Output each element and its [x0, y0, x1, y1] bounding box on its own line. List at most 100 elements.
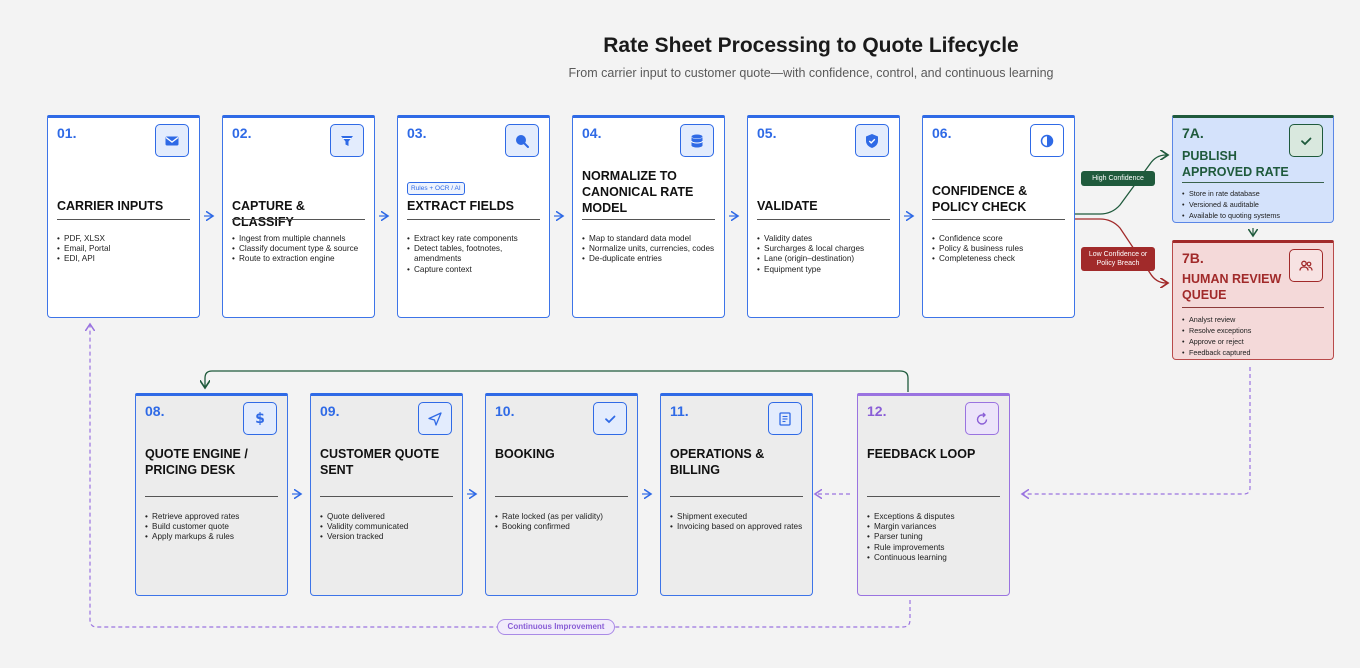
list-item: Invoicing based on approved rates — [670, 522, 806, 532]
list-item: Equipment type — [757, 265, 893, 275]
dollar-icon: $ — [243, 402, 277, 435]
list-item: Validity dates — [757, 234, 893, 244]
step-card-01[interactable]: 01. CARRIER INPUTS PDF, XLSX Email, Port… — [47, 115, 200, 318]
list-item: Classify document type & source — [232, 244, 368, 254]
step-title: QUOTE ENGINE / PRICING DESK — [145, 447, 248, 477]
step-card-11[interactable]: 11. OPERATIONS & BILLING Shipment execut… — [660, 393, 813, 596]
list-item: Booking confirmed — [495, 522, 631, 532]
step-bullets: Retrieve approved rates Build customer q… — [145, 512, 281, 543]
step-bullets: Confidence score Policy & business rules… — [932, 234, 1068, 265]
step-card-04[interactable]: 04. NORMALIZE TO CANONICAL RATE MODEL Ma… — [572, 115, 725, 318]
check-icon — [1289, 124, 1323, 157]
method-tag: Rules + OCR / AI — [407, 182, 465, 195]
step-card-7b[interactable]: 7B. HUMAN REVIEW QUEUE Analyst review Re… — [1172, 240, 1334, 360]
step-number: 04. — [582, 125, 602, 141]
list-item: PDF, XLSX — [57, 234, 193, 244]
step-card-09[interactable]: 09. CUSTOMER QUOTE SENT Quote delivered … — [310, 393, 463, 596]
step-title: CUSTOMER QUOTE SENT — [320, 447, 440, 477]
step-card-12[interactable]: 12. FEEDBACK LOOP Exceptions & disputes … — [857, 393, 1010, 596]
step-number: 01. — [57, 125, 77, 141]
list-item: Quote delivered — [320, 512, 456, 522]
list-item: Feedback captured — [1182, 347, 1327, 358]
users-icon — [1289, 249, 1323, 282]
step-card-10[interactable]: 10. BOOKING Rate locked (as per validity… — [485, 393, 638, 596]
step-number: 7A. — [1182, 125, 1204, 141]
step-bullets: Exceptions & disputes Margin variances P… — [867, 512, 1003, 563]
list-item: EDI, API — [57, 254, 193, 264]
list-item: Exceptions & disputes — [867, 512, 1003, 522]
step-number: 05. — [757, 125, 777, 141]
divider — [932, 219, 1065, 220]
list-item: Available to quoting systems — [1182, 210, 1327, 221]
divider — [757, 219, 890, 220]
step-title: EXTRACT FIELDS — [407, 199, 514, 213]
list-item: Lane (origin–destination) — [757, 254, 893, 264]
step-bullets: Rate locked (as per validity) Booking co… — [495, 512, 631, 533]
step-number: 09. — [320, 403, 340, 419]
step-title: FEEDBACK LOOP — [867, 447, 976, 461]
list-item: Rate locked (as per validity) — [495, 512, 631, 522]
step-bullets: Extract key rate components Detect table… — [407, 234, 543, 275]
divider — [57, 219, 190, 220]
step-card-02[interactable]: 02. CAPTURE & CLASSIFY Ingest from multi… — [222, 115, 375, 318]
step-title: HUMAN REVIEW QUEUE — [1182, 272, 1282, 302]
list-item: Extract key rate components — [407, 234, 543, 244]
list-item: Apply markups & rules — [145, 532, 281, 542]
step-title: VALIDATE — [757, 199, 818, 213]
arrow-7b-12-dashed — [1022, 367, 1251, 494]
divider — [407, 219, 540, 220]
arrow-12-08 — [205, 370, 909, 392]
list-item: Versioned & auditable — [1182, 199, 1327, 210]
step-bullets: Store in rate database Versioned & audit… — [1182, 188, 1327, 221]
list-item: Analyst review — [1182, 314, 1327, 325]
low-confidence-label: Low Confidence or Policy Breach — [1081, 247, 1155, 271]
continuous-improvement-label: Continuous Improvement — [497, 619, 615, 635]
list-item: Detect tables, footnotes, amendments — [407, 244, 543, 264]
list-item: Store in rate database — [1182, 188, 1327, 199]
list-item: Email, Portal — [57, 244, 193, 254]
list-item: Capture context — [407, 265, 543, 275]
step-number: 12. — [867, 403, 887, 419]
list-item: Policy & business rules — [932, 244, 1068, 254]
list-item: Validity communicated — [320, 522, 456, 532]
step-title: BOOKING — [495, 447, 555, 461]
list-item: Retrieve approved rates — [145, 512, 281, 522]
list-item: Map to standard data model — [582, 234, 718, 244]
invoice-icon — [768, 402, 802, 435]
divider — [1182, 182, 1324, 183]
shield-check-icon — [855, 124, 889, 157]
step-title: CAPTURE & CLASSIFY — [232, 199, 305, 229]
divider — [232, 219, 365, 220]
list-item: Build customer quote — [145, 522, 281, 532]
divider — [670, 496, 803, 497]
step-bullets: Analyst review Resolve exceptions Approv… — [1182, 314, 1327, 358]
divider — [495, 496, 628, 497]
step-card-03[interactable]: 03. Rules + OCR / AI EXTRACT FIELDS Extr… — [397, 115, 550, 318]
step-title: NORMALIZE TO CANONICAL RATE MODEL — [582, 169, 694, 215]
list-item: Resolve exceptions — [1182, 325, 1327, 336]
step-bullets: Ingest from multiple channels Classify d… — [232, 234, 368, 265]
send-icon — [418, 402, 452, 435]
list-item: Approve or reject — [1182, 336, 1327, 347]
list-item: Completeness check — [932, 254, 1068, 264]
filter-icon — [330, 124, 364, 157]
step-card-08[interactable]: 08. $ QUOTE ENGINE / PRICING DESK Retrie… — [135, 393, 288, 596]
step-title: PUBLISH APPROVED RATE — [1182, 149, 1289, 179]
step-card-05[interactable]: 05. VALIDATE Validity dates Surcharges &… — [747, 115, 900, 318]
divider — [1182, 307, 1324, 308]
step-bullets: PDF, XLSX Email, Portal EDI, API — [57, 234, 193, 265]
step-number: 11. — [670, 403, 689, 419]
step-bullets: Validity dates Surcharges & local charge… — [757, 234, 893, 275]
refresh-icon — [965, 402, 999, 435]
step-title: CONFIDENCE & POLICY CHECK — [932, 184, 1028, 214]
list-item: Ingest from multiple channels — [232, 234, 368, 244]
step-card-06[interactable]: 06. CONFIDENCE & POLICY CHECK Confidence… — [922, 115, 1075, 318]
list-item: Continuous learning — [867, 553, 1003, 563]
step-title: OPERATIONS & BILLING — [670, 447, 765, 477]
step-card-7a[interactable]: 7A. PUBLISH APPROVED RATE Store in rate … — [1172, 115, 1334, 223]
step-title: CARRIER INPUTS — [57, 199, 164, 213]
step-number: 02. — [232, 125, 252, 141]
list-item: Margin variances — [867, 522, 1003, 532]
check-icon — [593, 402, 627, 435]
envelope-icon — [155, 124, 189, 157]
